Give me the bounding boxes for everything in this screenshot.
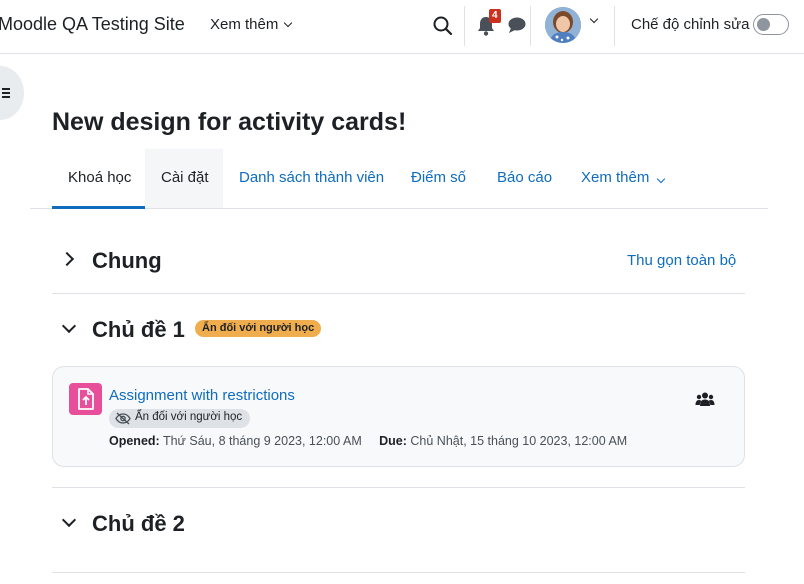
search-icon[interactable] xyxy=(432,15,454,37)
navbar-divider xyxy=(530,6,531,46)
edit-mode-toggle[interactable] xyxy=(753,14,789,35)
page-title: New design for activity cards! xyxy=(52,108,407,136)
tab-grades[interactable]: Điểm số xyxy=(395,149,482,208)
tab-more[interactable]: Xem thêm xyxy=(565,149,680,208)
tab-participants[interactable]: Danh sách thành viên xyxy=(223,149,400,208)
tab-course[interactable]: Khoá học xyxy=(52,149,145,209)
opened-date: Thứ Sáu, 8 tháng 9 2023, 12:00 AM xyxy=(162,434,362,448)
tab-reports[interactable]: Báo cáo xyxy=(481,149,568,208)
section-divider xyxy=(52,293,745,294)
course-secondary-nav: Khoá học Cài đặt Danh sách thành viên Đi… xyxy=(30,149,768,209)
section-collapse-chevron-icon[interactable] xyxy=(61,318,77,334)
hidden-from-students-badge: Ẩn đối với người học xyxy=(195,320,322,337)
chevron-down-icon xyxy=(656,174,665,184)
activity-dates: Opened: Thứ Sáu, 8 tháng 9 2023, 12:00 A… xyxy=(109,434,627,448)
group-mode-icon[interactable] xyxy=(695,391,715,407)
course-index-drawer-button[interactable] xyxy=(0,66,24,120)
due-label: Due: xyxy=(379,434,407,448)
notification-count-badge: 4 xyxy=(489,9,501,23)
tab-more-label: Xem thêm xyxy=(581,169,650,186)
top-navbar: Moodle QA Testing Site Xem thêm 4 Chế độ… xyxy=(0,0,804,54)
activity-name-link[interactable]: Assignment with restrictions xyxy=(109,387,295,404)
section-collapse-chevron-icon[interactable] xyxy=(61,512,77,528)
opened-label: Opened: xyxy=(109,434,160,448)
avatar[interactable] xyxy=(545,7,581,43)
site-name[interactable]: Moodle QA Testing Site xyxy=(0,14,185,35)
toggle-knob xyxy=(757,17,770,31)
user-menu-chevron-icon[interactable] xyxy=(589,14,599,24)
nav-more-label: Xem thêm xyxy=(210,16,279,33)
activity-card: Assignment with restrictions Ẩn đối với … xyxy=(52,366,745,467)
section-divider xyxy=(52,487,745,488)
section-title-topic-1[interactable]: Chủ đề 1 xyxy=(92,317,185,343)
avatar-image xyxy=(545,7,581,43)
activity-hidden-label: Ẩn đối với người học xyxy=(135,411,243,423)
section-expand-chevron-icon[interactable] xyxy=(59,251,75,267)
navbar-divider xyxy=(614,6,615,46)
eye-slash-icon xyxy=(115,412,131,425)
nav-more-menu[interactable]: Xem thêm xyxy=(210,16,293,33)
collapse-all-link[interactable]: Thu gọn toàn bộ xyxy=(627,252,736,269)
chat-icon[interactable] xyxy=(506,15,528,35)
edit-mode-label: Chế độ chỉnh sửa xyxy=(631,16,750,33)
section-divider xyxy=(52,572,745,573)
section-title-general[interactable]: Chung xyxy=(92,248,162,274)
due-date: Chủ Nhật, 15 tháng 10 2023, 12:00 AM xyxy=(410,434,628,448)
menu-icon xyxy=(2,88,10,100)
chevron-down-icon xyxy=(284,18,293,27)
section-title-topic-2[interactable]: Chủ đề 2 xyxy=(92,511,185,537)
activity-hidden-badge: Ẩn đối với người học xyxy=(109,409,251,428)
assignment-icon xyxy=(69,383,102,415)
tab-settings[interactable]: Cài đặt xyxy=(145,149,223,208)
navbar-divider xyxy=(464,6,465,46)
